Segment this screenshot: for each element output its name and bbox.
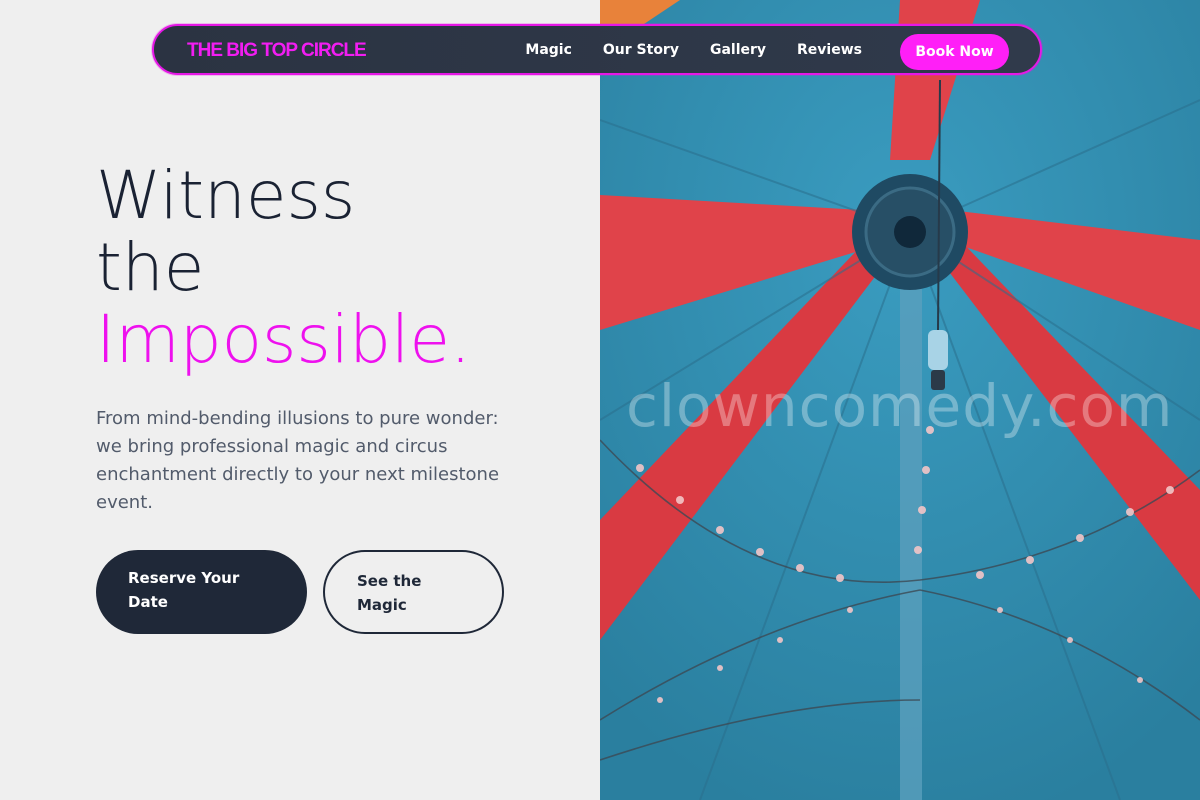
hanging-lamp [928, 330, 948, 370]
watermark-text: clowncomedy.com [626, 372, 1174, 440]
tent-pole [900, 240, 922, 800]
see-magic-button[interactable]: See the Magic [323, 550, 504, 634]
book-now-button[interactable]: Book Now [900, 34, 1009, 70]
hero-headline: Witness the Impossible. [96, 160, 471, 376]
hero-image: clowncomedy.com [600, 0, 1200, 800]
nav-link-magic[interactable]: Magic [525, 42, 572, 58]
top-navigation: THE BIG TOP CIRCLE Magic Our Story Galle… [152, 24, 1042, 75]
headline-line-1: Witness [96, 157, 356, 234]
nav-link-gallery[interactable]: Gallery [710, 42, 766, 58]
nav-link-our-story[interactable]: Our Story [603, 42, 679, 58]
headline-line-2: the [96, 229, 205, 306]
hero-description: From mind-bending illusions to pure wond… [96, 408, 500, 513]
hero-left-panel: Witness the Impossible. From mind-bendin… [0, 0, 600, 800]
nav-link-reviews[interactable]: Reviews [797, 42, 862, 58]
headline-line-3: Impossible. [96, 301, 471, 378]
reserve-date-button[interactable]: Reserve Your Date [96, 550, 307, 634]
brand-logo[interactable]: THE BIG TOP CIRCLE [187, 40, 367, 62]
nav-links: Magic Our Story Gallery Reviews [525, 42, 862, 58]
